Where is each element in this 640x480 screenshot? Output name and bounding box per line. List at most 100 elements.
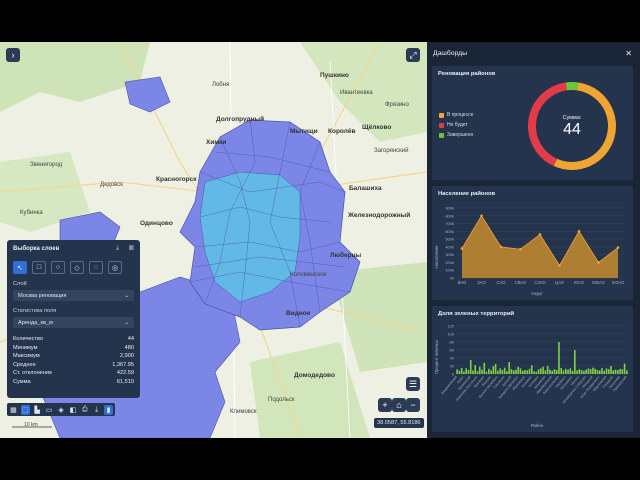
bar[interactable] <box>567 369 569 374</box>
bar[interactable] <box>481 369 483 374</box>
bar[interactable] <box>612 370 615 374</box>
bar[interactable] <box>492 366 495 374</box>
bar[interactable] <box>472 370 474 374</box>
bar[interactable] <box>617 370 619 374</box>
bar[interactable] <box>458 370 461 374</box>
home-button[interactable]: ⌂ <box>392 398 406 412</box>
bar[interactable] <box>576 370 578 374</box>
bar[interactable] <box>546 366 549 374</box>
data-point[interactable] <box>597 261 600 264</box>
data-point[interactable] <box>519 247 522 251</box>
bar[interactable] <box>560 368 563 374</box>
bar[interactable] <box>508 362 510 374</box>
bar[interactable] <box>467 370 470 374</box>
close-icon[interactable]: ✕ <box>625 49 632 58</box>
bar[interactable] <box>528 368 531 374</box>
bar[interactable] <box>592 367 594 374</box>
print-icon[interactable]: ⎙ <box>80 405 89 415</box>
bar[interactable] <box>542 366 544 374</box>
bar[interactable] <box>569 368 572 374</box>
legend-item[interactable]: В процессе <box>439 112 473 118</box>
bar[interactable] <box>626 370 628 374</box>
bar[interactable] <box>478 366 481 374</box>
bar[interactable] <box>603 370 606 374</box>
fullscreen-icon[interactable]: ⤢ <box>406 48 420 62</box>
bar[interactable] <box>503 367 506 374</box>
bar[interactable] <box>571 370 574 374</box>
bar[interactable] <box>465 368 467 374</box>
data-point[interactable] <box>460 247 464 250</box>
data-point[interactable] <box>616 246 620 249</box>
bar[interactable] <box>594 368 596 374</box>
data-point[interactable] <box>577 230 581 233</box>
population-area-chart[interactable]: Население Округ 0k 100k 200k 300k 400k 500k 60… <box>432 202 633 298</box>
bar[interactable] <box>605 368 608 374</box>
expand-panel-button[interactable]: › <box>6 48 20 62</box>
bar[interactable] <box>537 369 540 374</box>
download-icon[interactable]: ⤓ <box>116 245 118 252</box>
bar[interactable] <box>499 368 501 374</box>
bar[interactable] <box>619 368 621 374</box>
bar[interactable] <box>519 368 522 374</box>
bar[interactable] <box>623 363 626 374</box>
bar[interactable] <box>526 370 529 374</box>
bar[interactable] <box>610 366 612 374</box>
download-icon[interactable]: ⤓ <box>92 405 101 415</box>
map-view[interactable]: Красногорск Химки Мытищи Королёв Пушкино… <box>0 42 427 438</box>
layers-icon[interactable]: ◈ <box>57 405 66 415</box>
polygon-select-tool[interactable]: ◇ <box>70 261 84 274</box>
bar[interactable] <box>469 360 472 374</box>
select-tool-icon[interactable]: ⬚ <box>20 404 30 415</box>
bar[interactable] <box>476 371 479 374</box>
bar[interactable] <box>564 368 567 374</box>
bar[interactable] <box>583 370 585 374</box>
bar[interactable] <box>601 368 603 374</box>
bar[interactable] <box>463 371 465 374</box>
green-bar-chart[interactable]: Процент зеленых Район 020406080100120Ака… <box>432 322 633 430</box>
bar[interactable] <box>596 370 599 374</box>
bar[interactable] <box>553 369 556 374</box>
bar[interactable] <box>485 371 488 374</box>
target-select-tool[interactable]: ◎ <box>108 261 122 274</box>
bar[interactable] <box>515 369 517 374</box>
layer-select[interactable]: Москва реновация ⌄ <box>13 290 134 301</box>
bar[interactable] <box>607 369 610 374</box>
layers-list-button[interactable]: ☰ <box>406 377 420 391</box>
rectangle-select-tool[interactable]: □ <box>32 261 46 274</box>
bar[interactable] <box>490 370 492 374</box>
zoom-out-button[interactable]: − <box>406 398 420 412</box>
donut-chart[interactable]: Сумма: 44 <box>522 76 622 176</box>
bar[interactable] <box>533 371 535 374</box>
bar[interactable] <box>517 366 520 374</box>
data-point[interactable] <box>538 233 542 236</box>
chart-icon[interactable]: ▙ <box>33 405 42 415</box>
bar[interactable] <box>544 370 547 374</box>
measure-icon[interactable]: ▭ <box>45 405 54 415</box>
bar[interactable] <box>456 369 458 374</box>
bar[interactable] <box>512 370 515 374</box>
zoom-in-button[interactable]: + <box>378 398 392 412</box>
legend-item[interactable]: Завершено <box>439 132 473 138</box>
bar[interactable] <box>531 365 533 374</box>
bar[interactable] <box>488 368 490 374</box>
bar[interactable] <box>521 370 524 374</box>
bar[interactable] <box>558 342 560 374</box>
export-icon[interactable]: ▥ <box>129 245 134 252</box>
bar[interactable] <box>501 370 504 374</box>
bar[interactable] <box>535 371 538 374</box>
dashboard-icon[interactable]: ▮ <box>104 404 114 415</box>
bar[interactable] <box>585 369 587 374</box>
bar[interactable] <box>540 368 542 374</box>
bar[interactable] <box>460 368 463 374</box>
bar[interactable] <box>494 364 497 374</box>
split-icon[interactable]: ◧ <box>68 405 77 415</box>
circle-select-tool[interactable]: ○ <box>51 261 65 274</box>
bar[interactable] <box>598 370 601 374</box>
bar[interactable] <box>551 370 553 374</box>
data-point[interactable] <box>558 264 561 267</box>
bar[interactable] <box>483 362 486 374</box>
bar[interactable] <box>614 369 617 374</box>
bar[interactable] <box>587 368 590 374</box>
bar[interactable] <box>474 365 477 374</box>
bar[interactable] <box>621 369 624 374</box>
